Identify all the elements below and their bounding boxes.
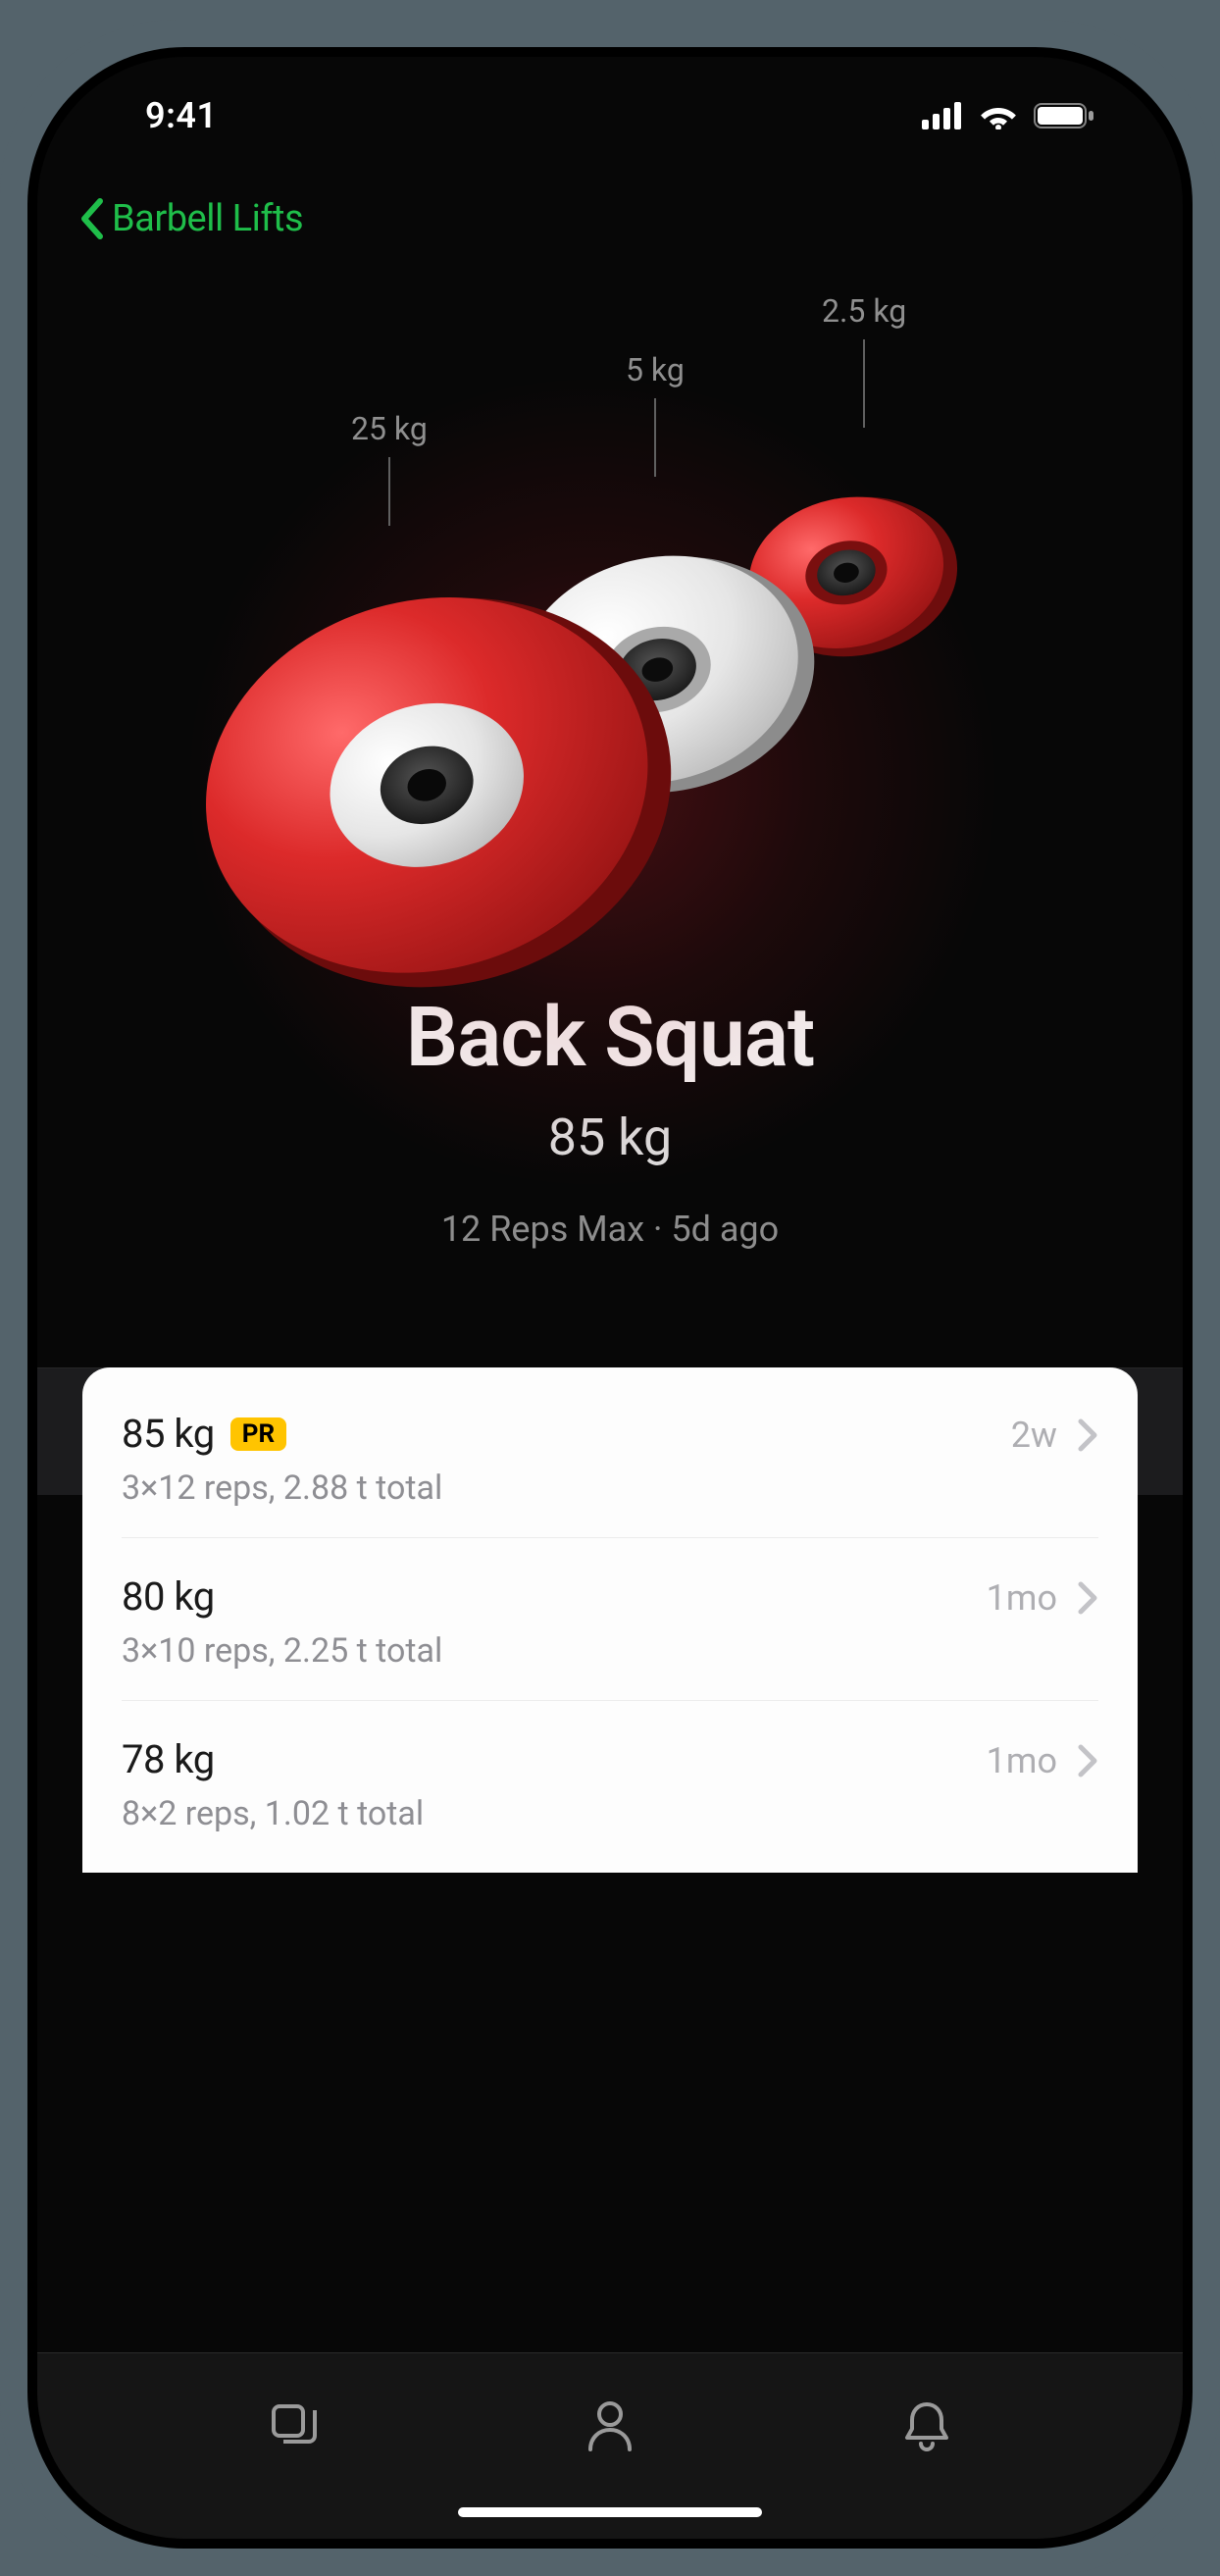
chevron-right-icon bbox=[1077, 1417, 1098, 1453]
bell-icon bbox=[901, 2398, 952, 2453]
weight-plates-icon bbox=[169, 381, 1051, 1008]
history-time: 2w bbox=[1011, 1415, 1057, 1456]
history-weight: 85 kg bbox=[122, 1411, 215, 1457]
back-button[interactable]: Barbell Lifts bbox=[76, 197, 303, 240]
exercise-weight: 85 kg bbox=[96, 1108, 1124, 1167]
person-icon bbox=[585, 2398, 635, 2453]
back-label: Barbell Lifts bbox=[112, 197, 303, 240]
pr-badge: PR bbox=[230, 1417, 286, 1451]
wifi-icon bbox=[979, 102, 1018, 129]
status-bar: 9:41 bbox=[37, 57, 1183, 175]
history-row[interactable]: 85 kg PR 3×12 reps, 2.88 t total 2w bbox=[122, 1375, 1098, 1538]
screen: 9:41 Barbell Lifts bbox=[37, 57, 1183, 2539]
tab-profile[interactable] bbox=[551, 2387, 669, 2465]
history-row[interactable]: 80 kg 3×10 reps, 2.25 t total 1mo bbox=[122, 1538, 1098, 1701]
history-card: 85 kg PR 3×12 reps, 2.88 t total 2w 80 k… bbox=[82, 1367, 1138, 1873]
history-weight: 80 kg bbox=[122, 1573, 215, 1620]
cellular-icon bbox=[922, 102, 963, 129]
battery-icon bbox=[1034, 102, 1094, 129]
status-icons bbox=[922, 102, 1094, 129]
plate-illustration: 2.5 kg 5 kg 25 kg bbox=[96, 283, 1124, 950]
chevron-right-icon bbox=[1077, 1580, 1098, 1616]
nav-bar: Barbell Lifts bbox=[37, 175, 1183, 263]
chevron-left-icon bbox=[76, 197, 106, 240]
history-time: 1mo bbox=[987, 1577, 1057, 1619]
history-detail: 3×10 reps, 2.25 t total bbox=[122, 1631, 963, 1671]
status-time: 9:41 bbox=[145, 95, 218, 136]
history-weight: 78 kg bbox=[122, 1736, 215, 1782]
device-bezel: 9:41 Barbell Lifts bbox=[27, 47, 1193, 2549]
plate-label-text: 2.5 kg bbox=[822, 292, 906, 330]
home-indicator[interactable] bbox=[458, 2507, 762, 2517]
exercise-subtitle: 12 Reps Max · 5d ago bbox=[96, 1209, 1124, 1250]
history-row-content: 78 kg 8×2 reps, 1.02 t total bbox=[122, 1736, 963, 1833]
device-frame: 9:41 Barbell Lifts bbox=[0, 20, 1220, 2576]
hero-section: 2.5 kg 5 kg 25 kg bbox=[37, 263, 1183, 1367]
history-row-content: 85 kg PR 3×12 reps, 2.88 t total bbox=[122, 1411, 988, 1508]
tab-workouts[interactable] bbox=[234, 2387, 352, 2465]
tab-notifications[interactable] bbox=[868, 2387, 986, 2465]
stack-icon bbox=[266, 2398, 321, 2453]
history-detail: 3×12 reps, 2.88 t total bbox=[122, 1468, 988, 1508]
history-row[interactable]: 78 kg 8×2 reps, 1.02 t total 1mo bbox=[122, 1701, 1098, 1833]
history-detail: 8×2 reps, 1.02 t total bbox=[122, 1794, 963, 1833]
chevron-right-icon bbox=[1077, 1743, 1098, 1778]
history-row-content: 80 kg 3×10 reps, 2.25 t total bbox=[122, 1573, 963, 1671]
history-time: 1mo bbox=[987, 1740, 1057, 1781]
